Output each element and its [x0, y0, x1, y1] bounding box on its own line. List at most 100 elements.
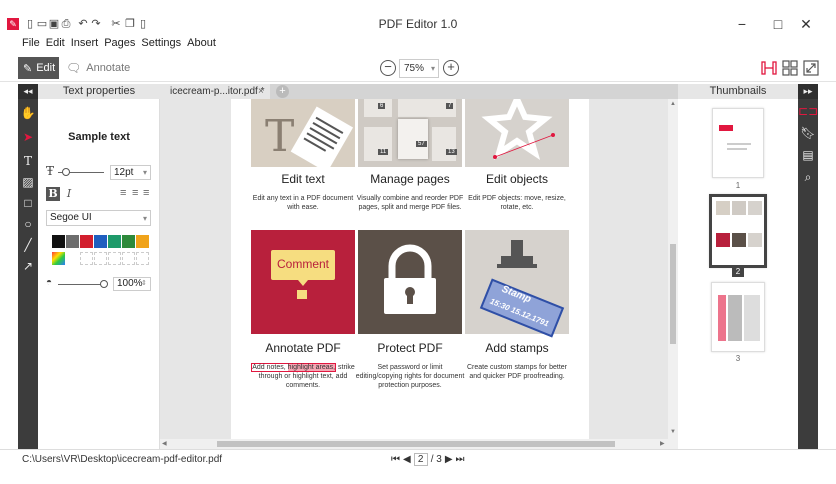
thumbnail-number: 3 [735, 354, 741, 363]
manage-pages-illustration: 6 7 11 57 13 [358, 99, 462, 167]
bold-button[interactable]: B [46, 187, 60, 201]
menu-file[interactable]: File [22, 37, 40, 51]
search-icon[interactable]: ⌕ [798, 168, 818, 186]
empty-color-slot[interactable] [136, 252, 149, 265]
pdf-page[interactable]: T 6 7 11 57 13 Edit text Manage pages Ed… [231, 99, 589, 439]
opacity-stepper[interactable]: 100% ⇕ [113, 277, 151, 291]
copy-icon[interactable]: ❐ [124, 18, 136, 30]
color-swatch-gray[interactable] [66, 235, 79, 248]
app-logo-icon: ✎ [7, 18, 19, 30]
cut-icon[interactable]: ✂ [110, 18, 122, 30]
bookmark-icon[interactable]: 🔖︎ [798, 124, 818, 142]
page-number: 13 [446, 149, 457, 155]
vertical-scroll-thumb[interactable] [670, 244, 676, 344]
undo-icon[interactable]: ↶ [77, 18, 89, 30]
document-tab[interactable]: icecream-p...itor.pdf * × [160, 84, 270, 99]
page-number-input[interactable]: 2 [413, 453, 428, 466]
maximize-button[interactable]: □ [768, 14, 788, 34]
opacity-slider-handle[interactable] [100, 280, 108, 288]
horizontal-scroll-thumb[interactable] [217, 441, 615, 447]
italic-button[interactable]: I [63, 187, 75, 201]
opacity-slider[interactable] [58, 284, 104, 285]
annotate-desc-start: Add notes, highlight areas, [251, 363, 337, 372]
font-size-value: 12pt [114, 167, 134, 178]
paste-icon[interactable]: ▯ [137, 18, 149, 30]
multi-page-view-icon[interactable] [781, 59, 799, 77]
menu-insert[interactable]: Insert [71, 37, 99, 51]
document-view[interactable]: T 6 7 11 57 13 Edit text Manage pages Ed… [160, 99, 678, 439]
thumbnails-icon[interactable]: ⊏⊐ [798, 102, 818, 120]
open-folder-icon[interactable]: ▭ [36, 18, 48, 30]
thumbnail-page-2[interactable] [709, 194, 767, 268]
thumbnail-page-1[interactable] [712, 108, 764, 178]
new-tab-button[interactable]: + [276, 85, 289, 98]
rectangle-tool-icon[interactable]: □ [18, 194, 38, 212]
empty-color-slot[interactable] [94, 252, 107, 265]
zoom-out-button[interactable]: − [380, 60, 396, 76]
text-tool-icon[interactable]: T [18, 152, 38, 170]
select-tool-icon[interactable]: ➤ [18, 128, 38, 146]
color-swatch-red[interactable] [80, 235, 93, 248]
font-size-select[interactable]: 12pt ▾ [110, 165, 151, 180]
align-left-icon[interactable]: ≡ [120, 187, 126, 199]
feature-title: Edit text [281, 172, 325, 186]
single-page-view-icon[interactable] [760, 59, 778, 77]
menu-edit[interactable]: Edit [46, 37, 65, 51]
empty-color-slot[interactable] [80, 252, 93, 265]
color-swatch-black[interactable] [51, 234, 66, 249]
hand-tool-icon[interactable]: ✋ [18, 104, 38, 122]
color-swatch-blue[interactable] [94, 235, 107, 248]
color-swatch-green[interactable] [122, 235, 135, 248]
close-button[interactable]: ✕ [796, 14, 816, 34]
left-tool-strip: ◂◂ ✋ ➤ T ▨ □ ○ ╱ ↗ [18, 84, 38, 449]
font-size-slider-handle[interactable] [62, 168, 70, 176]
empty-color-slot[interactable] [108, 252, 121, 265]
image-tool-icon[interactable]: ▨ [18, 173, 38, 191]
color-swatch-teal[interactable] [108, 235, 121, 248]
scroll-left-icon[interactable]: ◀ [162, 440, 167, 447]
save-icon[interactable]: ▣ [48, 18, 60, 30]
close-tab-icon[interactable]: × [258, 84, 264, 99]
zoom-select[interactable]: 75% ▾ [399, 59, 439, 78]
custom-color-icon[interactable] [52, 252, 65, 265]
thumbnail-number-selected: 2 [732, 267, 744, 277]
color-swatch-orange[interactable] [136, 235, 149, 248]
menu-about[interactable]: About [187, 37, 216, 51]
align-right-icon[interactable]: ≡ [143, 187, 149, 199]
new-file-icon[interactable]: ▯ [24, 18, 36, 30]
annotate-mode-button[interactable]: 🗨 Annotate [66, 57, 130, 79]
edit-objects-illustration [465, 99, 569, 167]
stepper-arrows-icon[interactable]: ⇕ [141, 278, 147, 290]
thumbnail-page-3[interactable] [711, 282, 765, 352]
previous-page-icon[interactable]: ◀ [403, 454, 411, 465]
vertical-scrollbar[interactable]: ▲ ▼ [668, 99, 678, 439]
redo-icon[interactable]: ↷ [90, 18, 102, 30]
minimize-button[interactable]: − [732, 14, 752, 34]
menu-settings[interactable]: Settings [141, 37, 181, 51]
next-page-icon[interactable]: ▶ [445, 454, 453, 465]
thumbnails-panel: Thumbnails 1 2 3 [678, 84, 798, 449]
scroll-down-icon[interactable]: ▼ [670, 429, 676, 435]
empty-color-slot[interactable] [122, 252, 135, 265]
print-icon[interactable]: ⎙ [60, 18, 72, 30]
first-page-icon[interactable]: ⏮ [391, 454, 400, 465]
last-page-icon[interactable]: ⏭ [456, 454, 465, 465]
align-center-icon[interactable]: ≡ [132, 187, 138, 199]
fullscreen-icon[interactable] [802, 59, 820, 77]
collapse-panel-icon[interactable]: ▸▸ [798, 84, 818, 99]
comments-icon[interactable]: ▤ [798, 146, 818, 164]
scroll-right-icon[interactable]: ▶ [660, 440, 665, 447]
font-family-select[interactable]: Segoe UI ▾ [46, 210, 151, 226]
zoom-in-button[interactable]: + [443, 60, 459, 76]
scroll-up-icon[interactable]: ▲ [670, 101, 676, 107]
collapse-panel-icon[interactable]: ◂◂ [18, 84, 38, 99]
menu-pages[interactable]: Pages [104, 37, 135, 51]
edit-mode-button[interactable]: ✎ Edit [18, 57, 59, 79]
line-tool-icon[interactable]: ╱ [18, 236, 38, 254]
main-toolbar: ✎ Edit 🗨 Annotate − 75% ▾ + [0, 55, 836, 82]
arrow-tool-icon[interactable]: ↗ [18, 257, 38, 275]
ellipse-tool-icon[interactable]: ○ [18, 215, 38, 233]
horizontal-scrollbar[interactable]: ◀ ▶ [160, 439, 678, 449]
pencil-icon: ✎ [23, 62, 33, 75]
document-tab-label: icecream-p...itor.pdf * [170, 86, 265, 97]
